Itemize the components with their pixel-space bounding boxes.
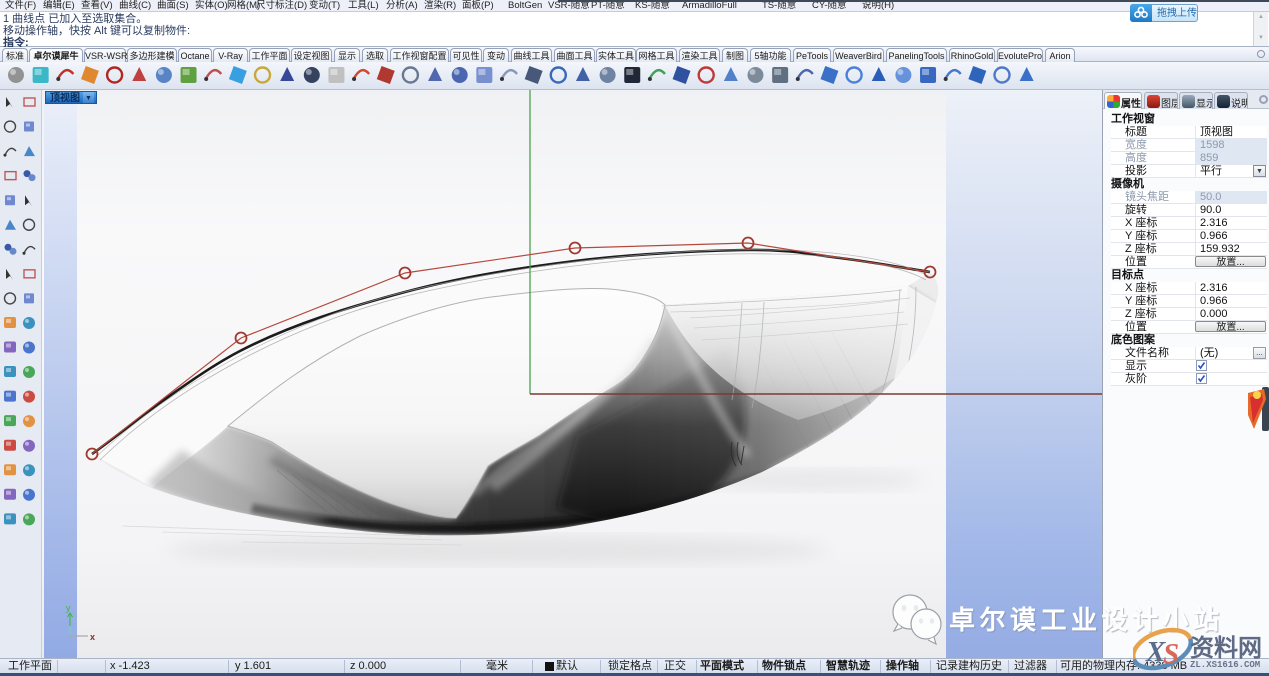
svg-text:ZL.XS1616.COM: ZL.XS1616.COM bbox=[1190, 660, 1260, 670]
svg-text:S: S bbox=[1163, 638, 1179, 670]
svg-text:x: x bbox=[90, 632, 95, 642]
svg-text:资料网: 资料网 bbox=[1190, 635, 1262, 662]
svg-text:y: y bbox=[66, 603, 71, 613]
